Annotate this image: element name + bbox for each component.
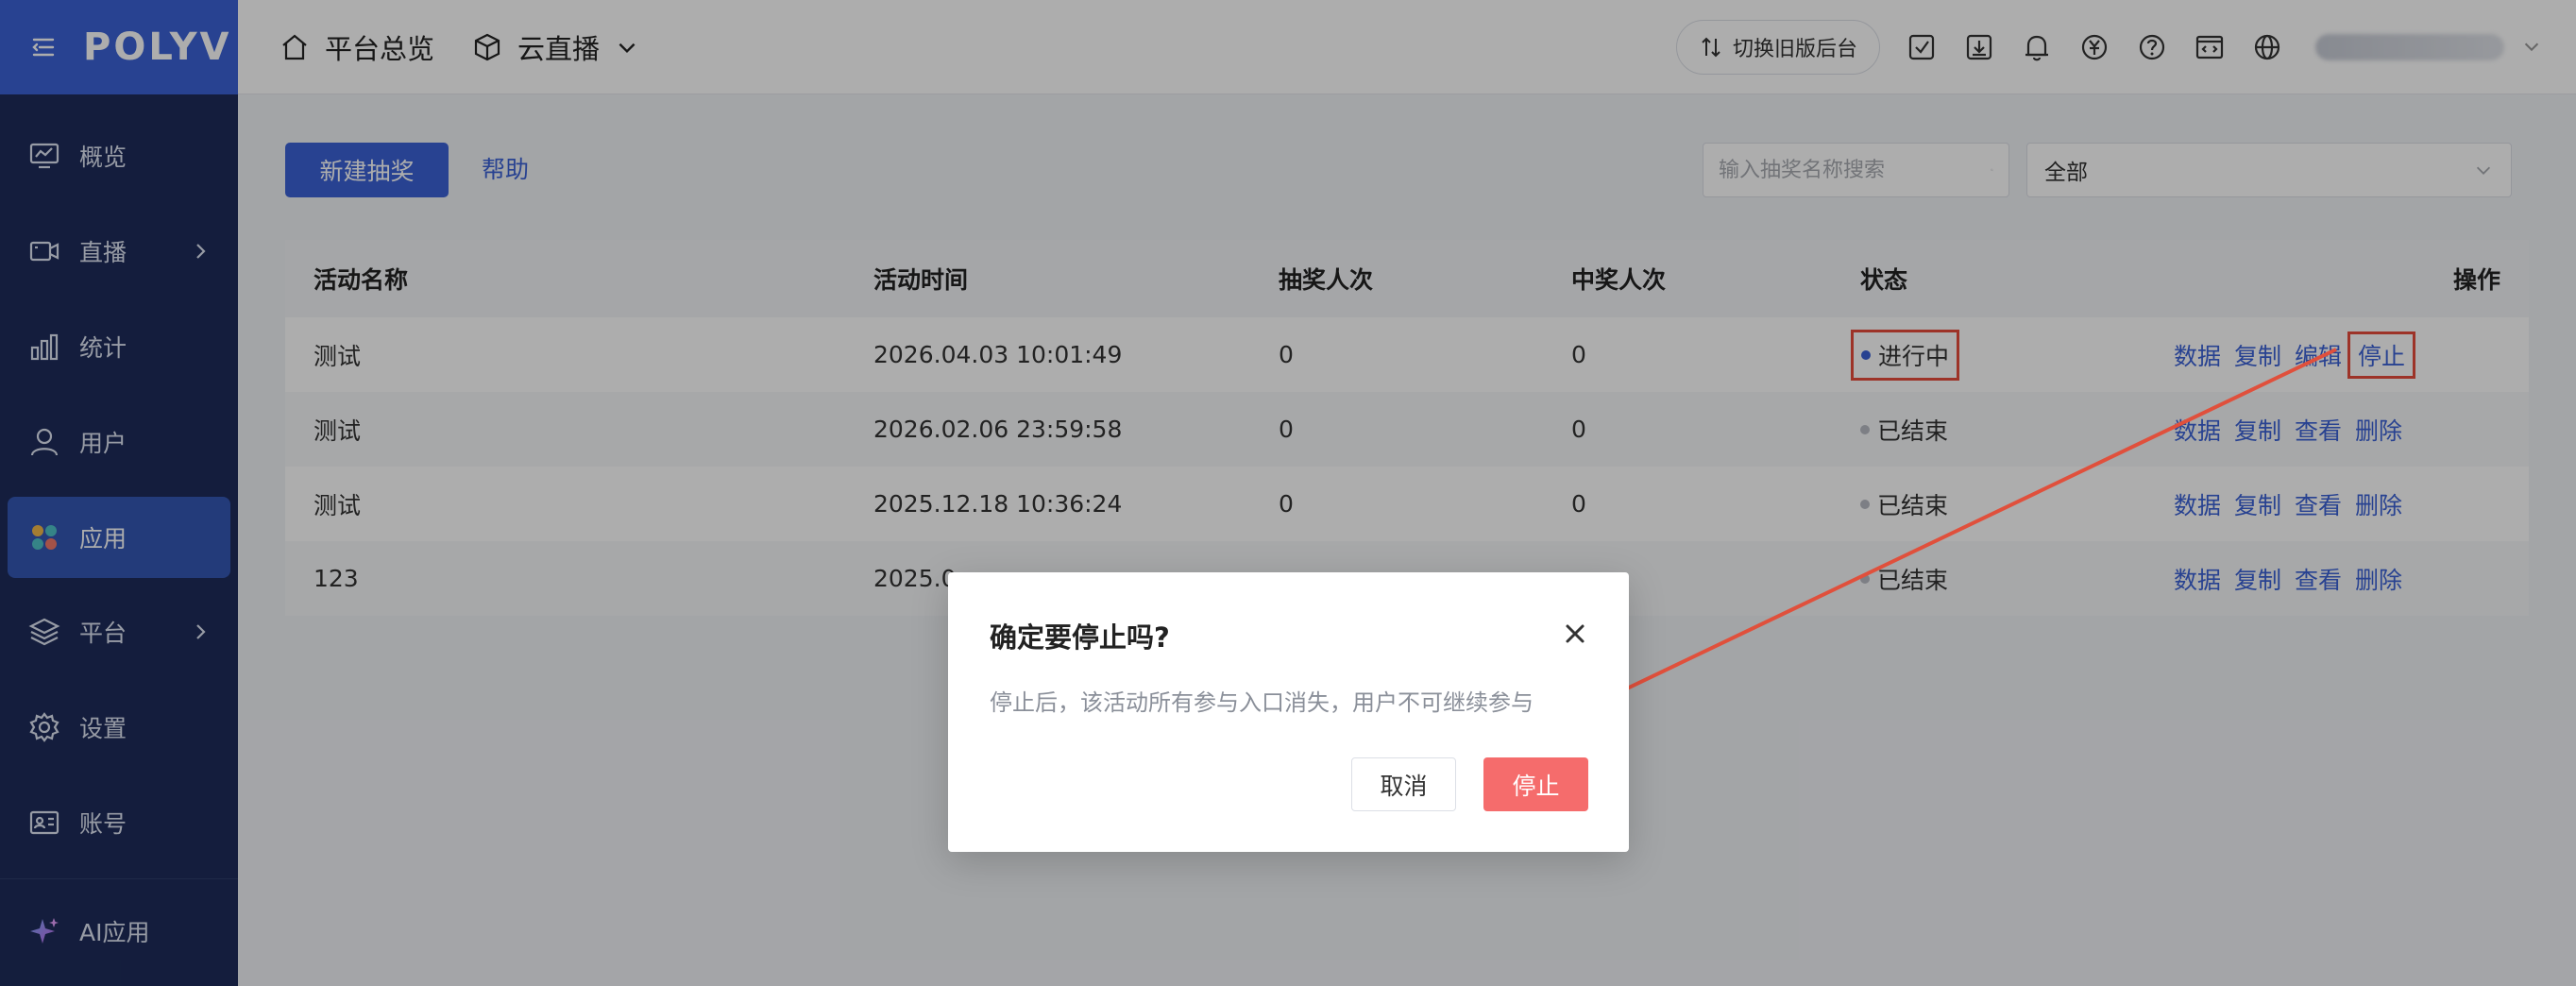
dialog-title: 确定要停止吗? <box>990 621 1170 654</box>
cancel-button[interactable]: 取消 <box>1351 757 1456 811</box>
confirm-stop-dialog: 确定要停止吗? 停止后，该活动所有参与入口消失，用户不可继续参与 取消 停止 <box>948 572 1629 852</box>
close-icon[interactable] <box>1561 620 1589 648</box>
dialog-message: 停止后，该活动所有参与入口消失，用户不可继续参与 <box>990 689 1534 716</box>
confirm-stop-button[interactable]: 停止 <box>1483 757 1588 811</box>
